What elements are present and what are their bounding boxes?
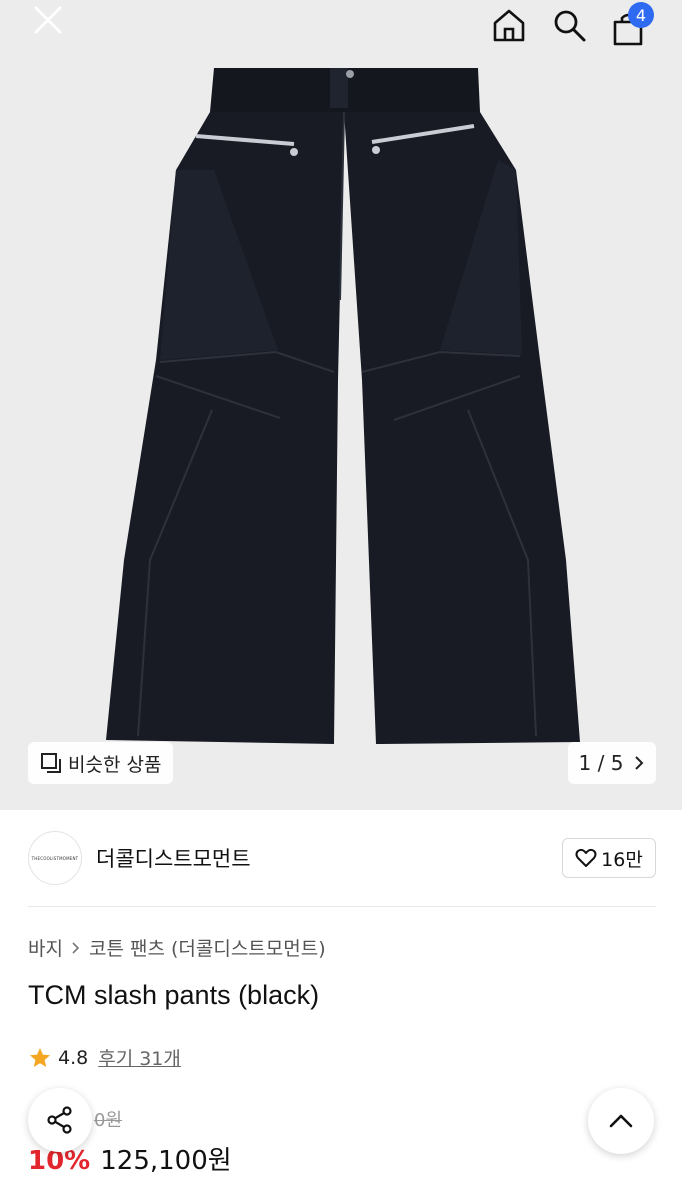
- total-images: 5: [610, 751, 624, 775]
- product-title: TCM slash pants (black): [28, 980, 320, 1010]
- chevron-right-icon: [635, 756, 644, 770]
- counter-separator: /: [597, 751, 605, 775]
- like-button[interactable]: 16만: [562, 838, 656, 878]
- divider: [28, 906, 656, 907]
- chevron-up-icon: [609, 1114, 633, 1128]
- home-button[interactable]: [488, 4, 530, 46]
- star-icon: [30, 1047, 50, 1067]
- rating-value: 4.8: [58, 1046, 89, 1069]
- similar-items-icon: [41, 753, 61, 773]
- brand-row[interactable]: THECOOLISTMOMENT 더콜디스트모먼트 16만: [28, 830, 656, 886]
- original-price: 0원: [94, 1110, 123, 1131]
- search-button[interactable]: [548, 4, 590, 46]
- cart-count-badge: 4: [628, 2, 654, 28]
- review-count-link[interactable]: 후기 31개: [98, 1044, 181, 1071]
- similar-products-button[interactable]: 비슷한 상품: [28, 742, 174, 784]
- brand-logo[interactable]: THECOOLISTMOMENT: [28, 831, 82, 885]
- breadcrumb-category[interactable]: 바지: [28, 934, 63, 961]
- close-icon: [34, 6, 62, 34]
- search-icon: [554, 10, 586, 42]
- share-button[interactable]: [28, 1088, 92, 1152]
- heart-icon: [575, 848, 597, 867]
- image-counter[interactable]: 1 / 5: [568, 742, 656, 784]
- current-image-index: 1: [578, 751, 592, 775]
- product-image[interactable]: [0, 0, 682, 810]
- brand-name[interactable]: 더콜디스트모먼트: [96, 843, 251, 873]
- product-image-gallery[interactable]: 4 비슷한 상품 1 / 5: [0, 0, 682, 810]
- rating-row: 4.8 후기 31개: [28, 1044, 181, 1071]
- chevron-right-icon: [72, 941, 80, 954]
- breadcrumb-subcategory[interactable]: 코튼 팬츠 (더콜디스트모먼트): [89, 934, 326, 961]
- similar-products-label: 비슷한 상품: [68, 753, 162, 776]
- cart-button[interactable]: 4: [608, 2, 654, 46]
- like-count: 16만: [601, 848, 643, 871]
- sale-price: 125,100원: [100, 1146, 232, 1176]
- close-button[interactable]: [24, 0, 72, 40]
- breadcrumb: 바지 코튼 팬츠 (더콜디스트모먼트): [28, 934, 326, 961]
- brand-logo-text: THECOOLISTMOMENT: [31, 855, 79, 861]
- home-icon: [493, 9, 525, 42]
- share-icon: [47, 1106, 72, 1134]
- scroll-to-top-button[interactable]: [588, 1088, 654, 1154]
